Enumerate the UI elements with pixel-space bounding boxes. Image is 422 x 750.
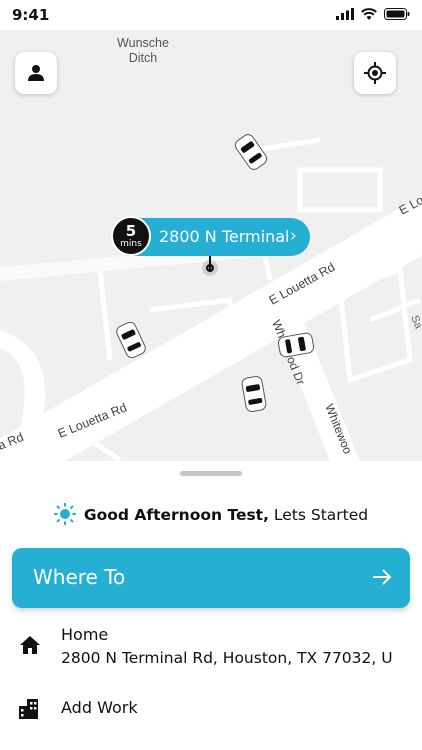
pickup-address: 2800 N Terminal Rd: [159, 227, 289, 246]
status-bar: 9:41: [0, 0, 422, 30]
pin-stem: [209, 256, 211, 270]
greeting-rest: Lets Started: [268, 506, 369, 524]
status-time: 9:41: [12, 6, 50, 24]
drag-handle[interactable]: [180, 471, 242, 476]
eta-badge: 5 mins: [111, 216, 151, 256]
map-label-sa: Sa: [408, 314, 422, 332]
bottom-sheet: Good Afternoon Test, Lets Started Where …: [0, 461, 422, 750]
favorite-home-row[interactable]: Home 2800 N Terminal Rd, Houston, TX 770…: [0, 623, 422, 673]
status-icons: [336, 8, 410, 20]
wifi-icon: [361, 8, 377, 20]
where-to-label: Where To: [33, 565, 126, 589]
profile-button[interactable]: [15, 52, 57, 94]
sun-icon: [53, 503, 76, 525]
favorite-address: 2800 N Terminal Rd, Houston, TX 77032, U: [61, 649, 393, 667]
eta-value: 5: [125, 222, 137, 240]
chevron-right-icon: ›: [290, 226, 297, 246]
eta-unit: mins: [120, 239, 142, 249]
greeting: Good Afternoon Test, Lets Started: [0, 503, 422, 525]
signal-icon: [336, 8, 354, 20]
work-icon: [19, 699, 38, 719]
favorite-work-row[interactable]: Add Work: [0, 697, 422, 727]
pickup-location-pill[interactable]: 5 mins 2800 N Terminal Rd ›: [111, 216, 310, 256]
where-to-button[interactable]: Where To: [12, 548, 410, 608]
home-icon: [20, 636, 40, 654]
map-view[interactable]: Wunsche Ditch E Louetta Rd E Louetta Rd a…: [0, 30, 422, 461]
greeting-bold: Good Afternoon Test,: [83, 506, 269, 524]
favorite-title: Add Work: [61, 698, 138, 717]
person-icon: [28, 65, 44, 81]
favorite-title: Home: [61, 625, 109, 644]
arrow-right-icon: [373, 569, 392, 585]
map-label-wunsche: Wunsche Ditch: [117, 36, 169, 65]
my-location-button[interactable]: [354, 52, 396, 94]
battery-icon: [384, 8, 410, 20]
crosshair-icon: [364, 62, 386, 84]
